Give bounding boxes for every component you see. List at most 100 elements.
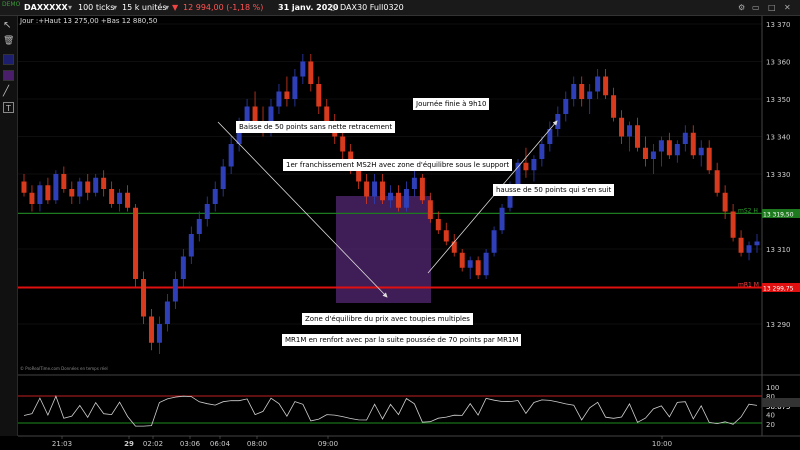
settings-icon[interactable]: ⚙ <box>738 0 745 16</box>
time-tick-label: 09:00 <box>318 440 338 448</box>
time-tick-label: 02:02 <box>143 440 163 448</box>
osc-value-tag <box>762 398 800 407</box>
trash-icon[interactable]: 🗑 <box>3 36 14 47</box>
candle-body <box>284 91 290 99</box>
dropdown-icon[interactable]: ▾ <box>113 0 117 16</box>
osc-tick-label: 20 <box>766 421 775 429</box>
candle-body <box>196 219 202 234</box>
candle-body <box>252 106 258 122</box>
candle-body <box>204 204 210 219</box>
color-purple-swatch[interactable] <box>3 70 14 81</box>
candle-body <box>61 174 67 189</box>
candle-body <box>85 181 91 193</box>
candle-body <box>427 200 433 219</box>
candle-body <box>101 177 107 189</box>
price-tick-label: 13 370 <box>766 21 791 29</box>
candle-body <box>37 185 43 204</box>
time-tick-label: 21:03 <box>52 440 72 448</box>
candle-body <box>148 316 154 343</box>
drawing-toolbar: ↖ 🗑 ╱ T <box>0 16 18 436</box>
candle-body <box>141 279 147 317</box>
candle-body <box>117 192 123 204</box>
time-tick-label: 10:00 <box>652 440 672 448</box>
candle-body <box>531 159 537 171</box>
candle-body <box>228 144 234 167</box>
dropdown-icon[interactable]: ▾ <box>68 0 72 16</box>
down-triangle-icon: ▼ <box>172 3 179 12</box>
candle-body <box>467 260 473 268</box>
minimize-icon[interactable]: ▭ <box>752 0 760 16</box>
candle-body <box>45 185 51 201</box>
price-change: 12 994,00 (-1,18 %) <box>183 3 264 12</box>
candle-body <box>475 260 481 276</box>
candle-body <box>619 117 625 137</box>
price-tick-label: 13 340 <box>766 134 791 142</box>
osc-tick-label: 40 <box>766 412 775 420</box>
candle-body <box>93 177 99 193</box>
candle-body <box>650 151 656 159</box>
candle-body <box>292 76 298 99</box>
ticks-select[interactable]: 100 ticks <box>78 0 114 16</box>
candle-body <box>411 177 417 189</box>
candle-body <box>491 230 497 253</box>
candle-body <box>698 147 704 156</box>
candle-body <box>746 245 752 253</box>
candle-body <box>308 61 314 84</box>
annotation-franchissement: 1er franchissement MS2H avec zone d'équi… <box>283 159 513 171</box>
candle-body <box>499 207 505 231</box>
demo-badge: DEMO <box>2 1 21 8</box>
cursor-icon[interactable]: ↖ <box>3 20 14 31</box>
candle-body <box>483 252 489 276</box>
candle-body <box>642 147 648 159</box>
price-chart[interactable]: 13 370 13 360 13 350 13 340 13 330 13 310 13 2… <box>0 0 800 450</box>
line-tool-icon[interactable]: ╱ <box>3 86 14 97</box>
candle-body <box>316 84 322 107</box>
candle-body <box>395 192 401 208</box>
candle-body <box>730 211 736 238</box>
candle-body <box>53 174 59 201</box>
close-icon[interactable]: ✕ <box>784 0 791 16</box>
candle-body <box>587 91 593 99</box>
candle-body <box>515 162 521 186</box>
text-tool-icon[interactable]: T <box>3 102 14 113</box>
candle-body <box>380 181 386 201</box>
annotation-mr1m: MR1M en renfort avec par la suite poussé… <box>282 334 522 346</box>
candle-body <box>133 207 139 279</box>
price-tick-label: 13 290 <box>766 321 791 329</box>
candle-body <box>738 237 744 253</box>
candle-body <box>435 219 441 231</box>
candle-body <box>579 84 585 99</box>
candle-body <box>403 189 409 208</box>
dropdown-icon[interactable]: ▾ <box>165 0 169 16</box>
candle-body <box>156 324 162 343</box>
time-tick-label: 03:06 <box>180 440 201 448</box>
annotation-hausse: hausse de 50 points qui s'en suit <box>493 184 615 196</box>
annotation-zone: Zone d'équilibre du prix avec toupies mu… <box>302 313 473 325</box>
candle-body <box>666 140 672 156</box>
candle-body <box>419 177 425 201</box>
instrument: DAX30 Full0320 <box>340 3 404 12</box>
candle-body <box>125 192 131 208</box>
candle-body <box>595 76 601 92</box>
candle-body <box>714 170 720 193</box>
candle-body <box>611 95 617 118</box>
candle-body <box>324 106 330 122</box>
symbol-select[interactable]: DAXXXXX <box>24 0 68 16</box>
units-select[interactable]: 15 k unités <box>122 0 167 16</box>
price-tick-label: 13 330 <box>766 171 791 179</box>
candle-body <box>212 189 218 204</box>
mr1m-value: 13 299,75 <box>763 285 794 292</box>
maximize-icon[interactable]: □ <box>768 0 776 16</box>
candle-body <box>220 166 226 189</box>
candle-body <box>29 192 35 204</box>
candle-body <box>754 241 760 246</box>
candle-body <box>443 230 449 242</box>
candle-body <box>188 234 194 257</box>
candle-body <box>674 144 680 156</box>
ms2h-value: 13 319,50 <box>763 211 794 218</box>
candle-body <box>109 189 115 204</box>
color-blue-swatch[interactable] <box>3 54 14 65</box>
time-tick-label: 06:04 <box>210 440 231 448</box>
watermark: © ProRealTime.com Données en temps réel <box>20 366 108 371</box>
candle-body <box>690 132 696 156</box>
